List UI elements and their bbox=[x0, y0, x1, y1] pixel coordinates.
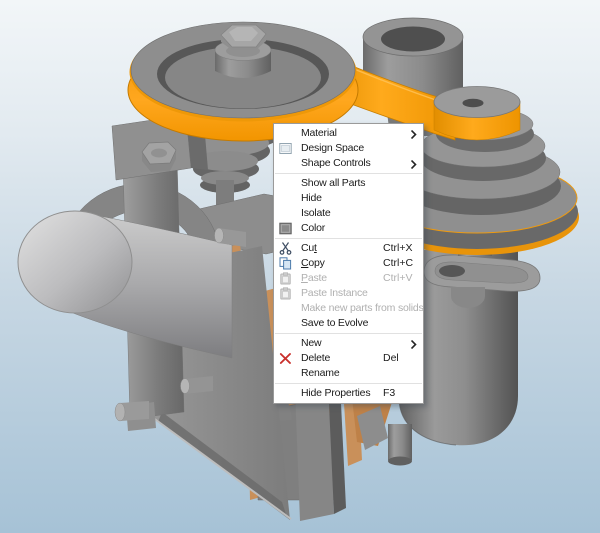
menu-item-label: Make new parts from solids bbox=[301, 301, 424, 316]
menu-item-label: Save to Evolve bbox=[301, 316, 368, 331]
menu-item-paste: Paste Ctrl+V bbox=[274, 271, 423, 286]
context-menu: MaterialDesign SpaceShape Controls Show a… bbox=[273, 123, 424, 404]
menu-shortcut: Ctrl+V bbox=[383, 271, 412, 286]
menu-item-label: Paste Instance bbox=[301, 286, 368, 301]
menu-item-label: Rename bbox=[301, 366, 340, 381]
menu-separator bbox=[275, 333, 422, 334]
copy-icon bbox=[279, 257, 292, 270]
menu-item-hide[interactable]: Hide bbox=[274, 191, 423, 206]
color-swatch-icon bbox=[279, 222, 292, 235]
menu-item-label: Shape Controls bbox=[301, 156, 371, 171]
menu-item-label: Design Space bbox=[301, 141, 364, 156]
menu-item-label: Hide bbox=[301, 191, 322, 206]
submenu-arrow-icon bbox=[411, 129, 417, 138]
menu-item-label: Copy bbox=[301, 256, 325, 271]
menu-item-material[interactable]: Material bbox=[274, 126, 423, 141]
menu-item-label: Cut bbox=[301, 241, 317, 256]
menu-item-save-to-evolve[interactable]: Save to Evolve bbox=[274, 316, 423, 331]
design-space-icon bbox=[279, 142, 292, 155]
delete-icon bbox=[279, 352, 292, 365]
menu-item-cut[interactable]: Cut Ctrl+X bbox=[274, 241, 423, 256]
paste-icon bbox=[279, 272, 292, 285]
menu-separator bbox=[275, 173, 422, 174]
menu-item-shape-controls[interactable]: Shape Controls bbox=[274, 156, 423, 171]
menu-item-show-all-parts[interactable]: Show all Parts bbox=[274, 176, 423, 191]
menu-item-label: Color bbox=[301, 221, 325, 236]
menu-item-paste-instance: Paste Instance bbox=[274, 286, 423, 301]
menu-item-new[interactable]: New bbox=[274, 336, 423, 351]
menu-item-label: Paste bbox=[301, 271, 327, 286]
menu-item-delete[interactable]: Delete Del bbox=[274, 351, 423, 366]
menu-item-rename[interactable]: Rename bbox=[274, 366, 423, 381]
menu-item-label: Delete bbox=[301, 351, 330, 366]
menu-item-label: Isolate bbox=[301, 206, 331, 221]
submenu-arrow-icon bbox=[411, 159, 417, 168]
menu-item-label: Show all Parts bbox=[301, 176, 365, 191]
menu-item-hide-properties[interactable]: Hide Properties F3 bbox=[274, 386, 423, 401]
cad-window: MaterialDesign SpaceShape Controls Show a… bbox=[0, 0, 600, 533]
menu-item-copy[interactable]: Copy Ctrl+C bbox=[274, 256, 423, 271]
menu-item-color[interactable]: Color bbox=[274, 221, 423, 236]
menu-item-label: Hide Properties bbox=[301, 386, 370, 401]
paste-instance-icon bbox=[279, 287, 292, 300]
menu-item-label: New bbox=[301, 336, 321, 351]
menu-separator bbox=[275, 238, 422, 239]
menu-item-make-new-parts-from-solids: Make new parts from solids bbox=[274, 301, 423, 316]
hub-bolt[interactable] bbox=[221, 25, 266, 50]
menu-shortcut: F3 bbox=[383, 386, 395, 401]
cut-icon bbox=[279, 242, 292, 255]
menu-item-isolate[interactable]: Isolate bbox=[274, 206, 423, 221]
menu-item-label: Material bbox=[301, 126, 337, 141]
drain-pipe[interactable] bbox=[388, 424, 412, 466]
menu-item-design-space[interactable]: Design Space bbox=[274, 141, 423, 156]
menu-shortcut: Del bbox=[383, 351, 399, 366]
menu-separator bbox=[275, 383, 422, 384]
submenu-arrow-icon bbox=[411, 339, 417, 348]
menu-shortcut: Ctrl+C bbox=[383, 256, 413, 271]
menu-shortcut: Ctrl+X bbox=[383, 241, 412, 256]
small-pulley[interactable] bbox=[434, 87, 520, 141]
